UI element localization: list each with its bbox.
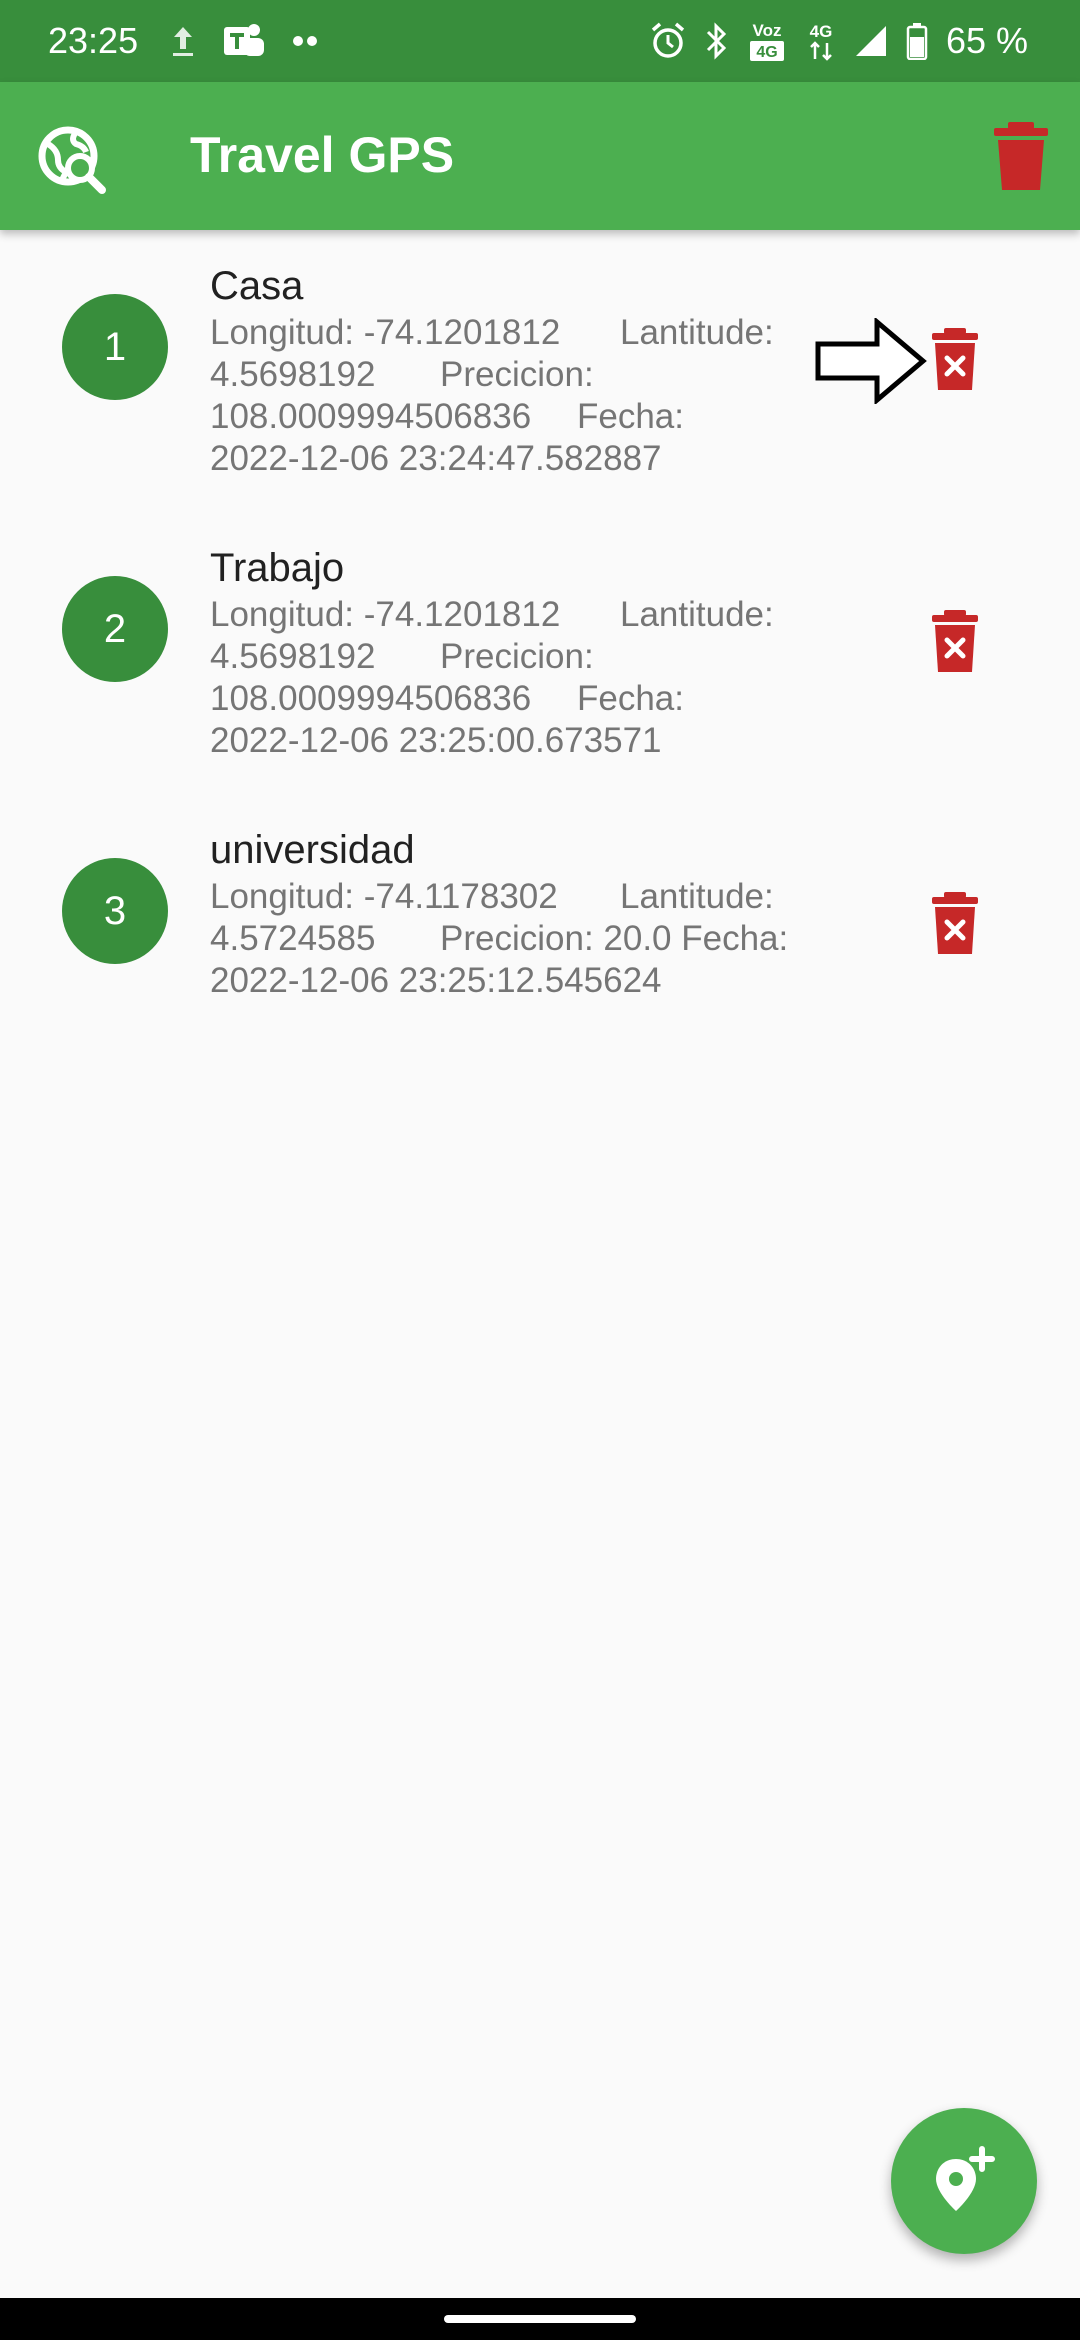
location-details: Longitud: -74.1178302 Lantitude: 4.572458…	[210, 877, 789, 1000]
alarm-icon	[651, 22, 685, 58]
battery-percentage: 65 %	[945, 20, 1028, 61]
location-index-avatar: 1	[62, 294, 168, 400]
add-location-icon	[936, 2146, 995, 2211]
location-details: Longitud: -74.1201812 Lantitude: 4.569819…	[210, 313, 774, 478]
trash-icon[interactable]	[992, 122, 1050, 190]
app-bar: Travel GPS	[0, 82, 1080, 230]
status-right-icons: Voz 4G 4G 65 %	[650, 18, 1028, 64]
status-time: 23:25	[48, 20, 139, 61]
location-name: universidad	[210, 828, 415, 872]
app-title: Travel GPS	[190, 127, 455, 183]
4g-data-icon: 4G	[810, 22, 833, 61]
svg-text:Voz: Voz	[752, 21, 781, 40]
battery-icon	[906, 23, 928, 60]
signal-icon	[855, 26, 886, 56]
svg-text:4G: 4G	[810, 22, 833, 41]
svg-text:4G: 4G	[756, 44, 777, 61]
volte-icon: Voz 4G	[749, 21, 784, 61]
location-index-avatar: 2	[62, 576, 168, 682]
location-details: Longitud: -74.1201812 Lantitude: 4.569819…	[210, 595, 774, 760]
add-location-button[interactable]	[891, 2108, 1037, 2254]
more-dots-icon	[293, 36, 317, 46]
bluetooth-icon	[706, 22, 727, 60]
home-gesture-handle[interactable]	[444, 2315, 636, 2323]
status-bar: 23:25 Voz 4G 4G 65 %	[0, 0, 1080, 82]
upload-icon	[173, 27, 193, 56]
delete-location-icon[interactable]	[930, 610, 980, 672]
location-name: Casa	[210, 264, 304, 308]
navigation-bar	[0, 2298, 1080, 2340]
status-left-icons	[170, 18, 318, 64]
location-name: Trabajo	[210, 546, 345, 590]
map-search-icon[interactable]	[36, 122, 110, 196]
delete-location-icon[interactable]	[930, 892, 980, 954]
delete-location-icon[interactable]	[930, 328, 980, 390]
teams-icon	[224, 24, 264, 56]
annotation-arrow-icon	[815, 318, 927, 404]
location-index-avatar: 3	[62, 858, 168, 964]
